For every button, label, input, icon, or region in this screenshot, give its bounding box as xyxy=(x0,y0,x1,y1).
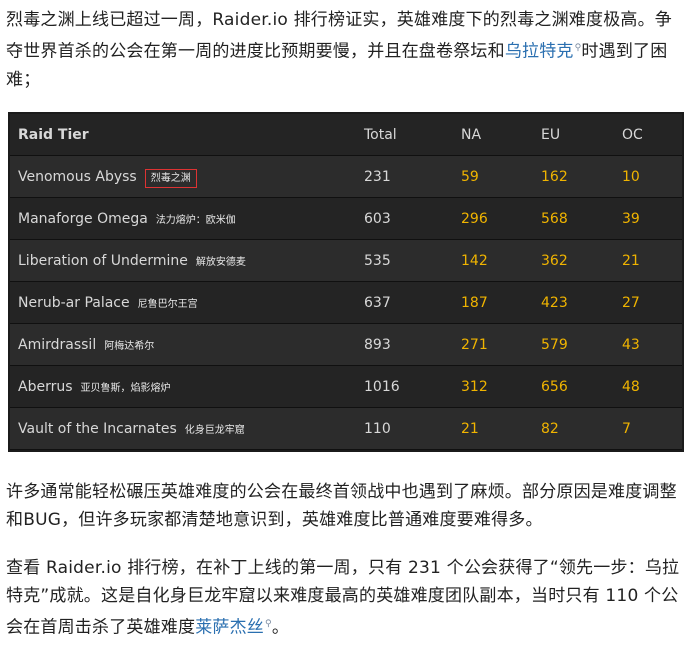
raid-name: Amirdrassil xyxy=(18,337,97,353)
header-na: NA xyxy=(461,127,482,143)
raid-name-cell: Aberrus 亚贝鲁斯，焰影熔炉 xyxy=(18,366,171,408)
raid-name: Aberrus xyxy=(18,379,73,395)
total-cell: 1016 xyxy=(364,379,400,395)
oc-cell: 27 xyxy=(622,295,640,311)
raid-name-cell: Venomous Abyss 烈毒之渊 xyxy=(18,156,197,198)
oc-cell: 21 xyxy=(622,253,640,269)
oc-cell: 10 xyxy=(622,169,640,185)
para3-text-1: 查看 Raider.io 排行榜，在补丁上线的第一周，只有 231 个公会获得了… xyxy=(6,558,680,638)
table-row: Nerub-ar Palace 尼鲁巴尔王宫 637 187 423 27 xyxy=(10,282,682,324)
eu-cell: 162 xyxy=(541,169,568,185)
table-row: Manaforge Omega 法力熔炉：欧米伽 603 296 568 39 xyxy=(10,198,682,240)
raid-name: Manaforge Omega xyxy=(18,211,148,227)
eu-cell: 362 xyxy=(541,253,568,269)
paragraph-2: 许多通常能轻松碾压英雄难度的公会在最终首领战中也遇到了麻烦。部分原因是难度调整和… xyxy=(6,482,677,530)
table-header-row: Raid Tier Total NA EU OC xyxy=(10,114,682,156)
raid-name: Nerub-ar Palace xyxy=(18,295,130,311)
na-cell: 187 xyxy=(461,295,488,311)
total-cell: 603 xyxy=(364,211,391,227)
raid-name-cell: Nerub-ar Palace 尼鲁巴尔王宫 xyxy=(18,282,198,324)
raid-name-cell: Vault of the Incarnates 化身巨龙牢窟 xyxy=(18,408,245,450)
intro-paragraph: 烈毒之渊上线已超过一周，Raider.io 排行榜证实，英雄难度下的烈毒之渊难度… xyxy=(6,6,686,94)
header-oc: OC xyxy=(622,127,643,143)
total-cell: 110 xyxy=(364,421,391,437)
table-row: Aberrus 亚贝鲁斯，焰影熔炉 1016 312 656 48 xyxy=(10,366,682,408)
eu-cell: 579 xyxy=(541,337,568,353)
raid-chinese-name: 尼鲁巴尔王宫 xyxy=(137,299,198,310)
link-uratke[interactable]: 乌拉特克 xyxy=(505,42,574,62)
link-lesajes[interactable]: 莱萨杰丝 xyxy=(195,618,264,638)
na-cell: 142 xyxy=(461,253,488,269)
na-cell: 271 xyxy=(461,337,488,353)
total-cell: 637 xyxy=(364,295,391,311)
eu-cell: 568 xyxy=(541,211,568,227)
oc-cell: 39 xyxy=(622,211,640,227)
raid-chinese-name: 法力熔炉：欧米伽 xyxy=(155,215,236,226)
raid-name-cell: Amirdrassil 阿梅达希尔 xyxy=(18,324,154,366)
header-total: Total xyxy=(364,127,397,143)
na-cell: 21 xyxy=(461,421,479,437)
raid-name: Liberation of Undermine xyxy=(18,253,188,269)
oc-cell: 7 xyxy=(622,421,631,437)
header-eu: EU xyxy=(541,127,561,143)
eu-cell: 423 xyxy=(541,295,568,311)
total-cell: 231 xyxy=(364,169,391,185)
paragraph-3: 查看 Raider.io 排行榜，在补丁上线的第一周，只有 231 个公会获得了… xyxy=(6,554,686,642)
oc-cell: 48 xyxy=(622,379,640,395)
raid-chinese-name: 解放安德麦 xyxy=(195,257,246,268)
total-cell: 535 xyxy=(364,253,391,269)
na-cell: 312 xyxy=(461,379,488,395)
raid-name-cell: Liberation of Undermine 解放安德麦 xyxy=(18,240,246,282)
na-cell: 296 xyxy=(461,211,488,227)
table-row: Amirdrassil 阿梅达希尔 893 271 579 43 xyxy=(10,324,682,366)
raid-chinese-name: 烈毒之渊 xyxy=(144,169,197,188)
total-cell: 893 xyxy=(364,337,391,353)
table-row: Venomous Abyss 烈毒之渊 231 59 162 10 xyxy=(10,156,682,198)
raid-name: Vault of the Incarnates xyxy=(18,421,177,437)
oc-cell: 43 xyxy=(622,337,640,353)
para3-text-2: 。 xyxy=(271,617,290,638)
raid-chinese-name: 亚贝鲁斯，焰影熔炉 xyxy=(80,383,171,394)
eu-cell: 82 xyxy=(541,421,559,437)
raid-name-cell: Manaforge Omega 法力熔炉：欧米伽 xyxy=(18,198,236,240)
na-cell: 59 xyxy=(461,169,479,185)
table-row: Vault of the Incarnates 化身巨龙牢窟 110 21 82 7 xyxy=(10,408,682,450)
eu-cell: 656 xyxy=(541,379,568,395)
raid-name: Venomous Abyss xyxy=(18,169,137,185)
header-raid-tier: Raid Tier xyxy=(18,127,89,143)
table-row: Liberation of Undermine 解放安德麦 535 142 362 21 xyxy=(10,240,682,282)
search-icon[interactable]: ⚲ xyxy=(265,619,272,629)
raid-chinese-name: 化身巨龙牢窟 xyxy=(184,425,245,436)
raid-chinese-name: 阿梅达希尔 xyxy=(104,341,155,352)
raid-table: Raid Tier Total NA EU OC Venomous Abyss 烈… xyxy=(8,112,684,452)
